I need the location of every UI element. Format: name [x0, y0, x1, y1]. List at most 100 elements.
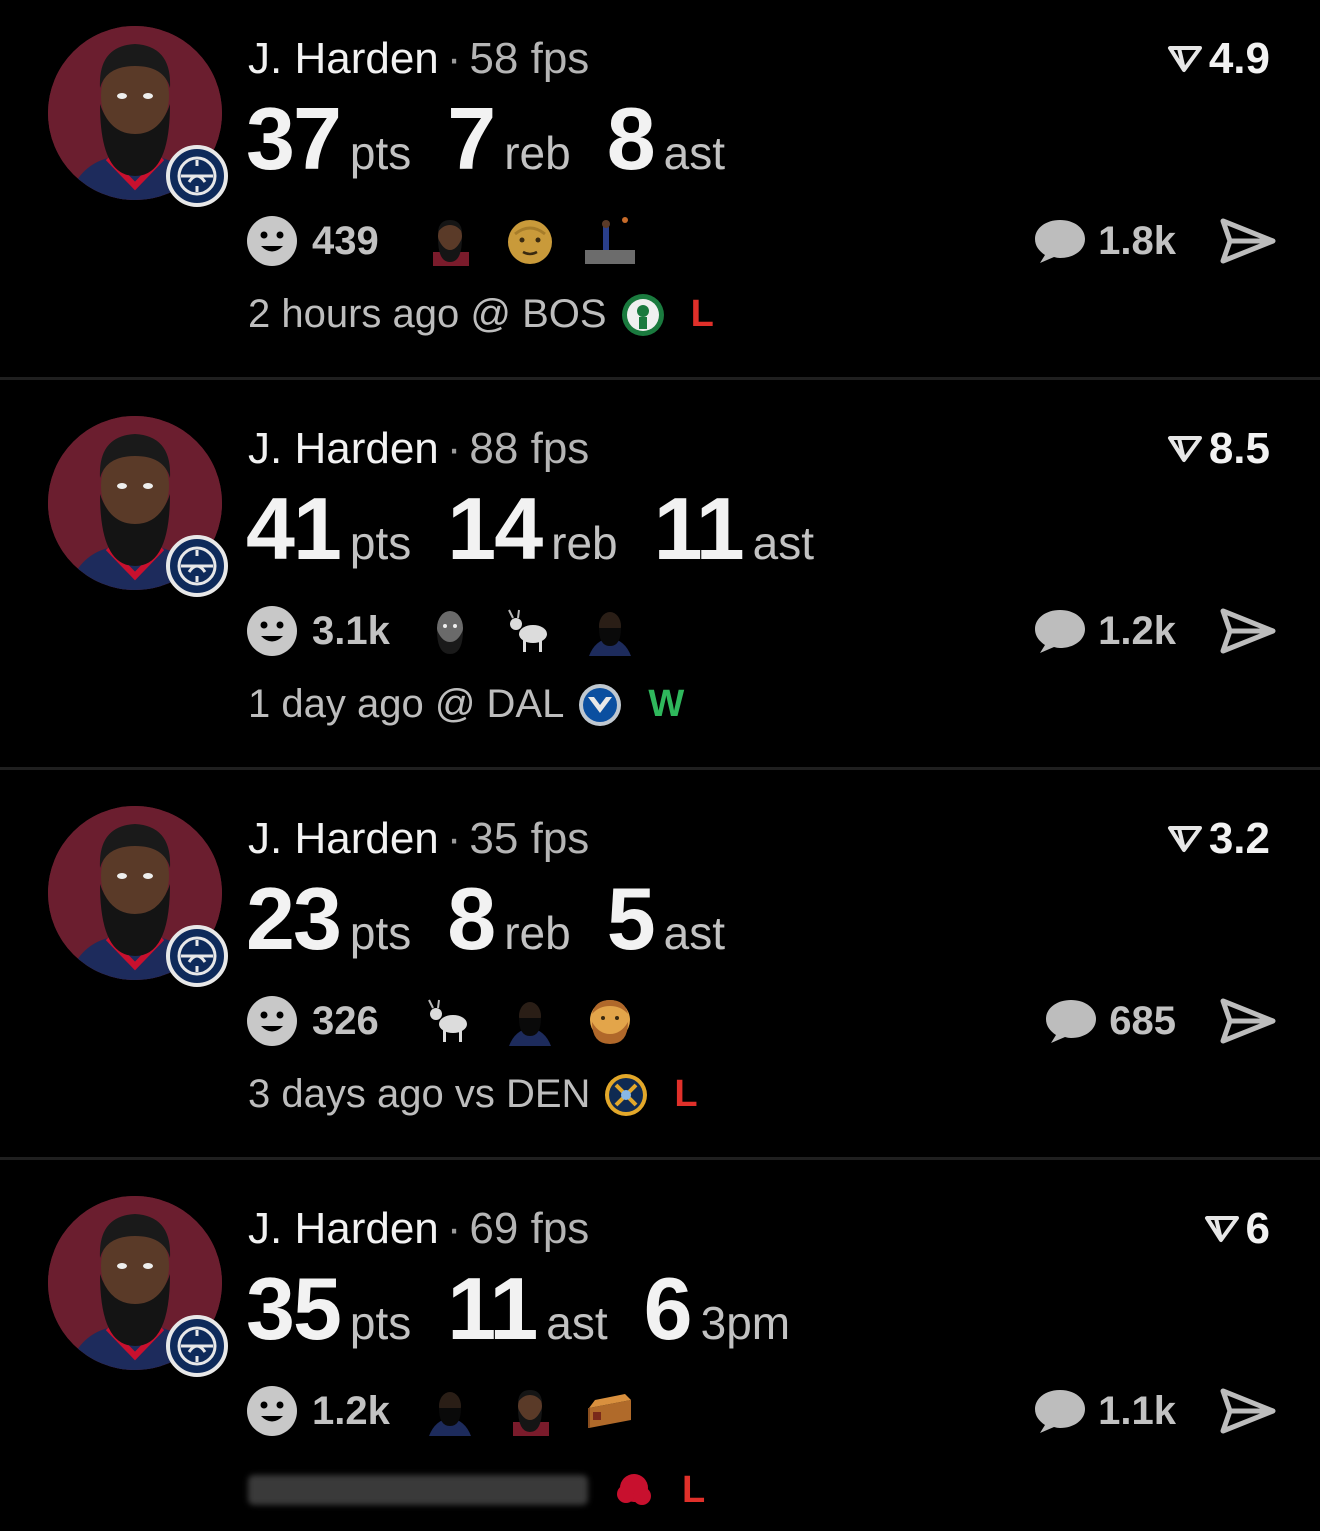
rating-arrow-icon: [1167, 436, 1202, 462]
fps-score: 88 fps: [469, 424, 590, 473]
post-card[interactable]: J. Harden · 69 fps 6 35 pts 11 ast 6 3pm 1.2k: [0, 1170, 1320, 1531]
stat-unit: pts: [349, 127, 412, 179]
stat-unit: pts: [349, 1297, 412, 1349]
stat-value: 35: [246, 1259, 342, 1358]
goat-emoji[interactable]: [422, 995, 478, 1047]
harden-face-emoji[interactable]: [502, 1385, 558, 1437]
stat-value: 8: [447, 869, 496, 968]
court-photo-emoji[interactable]: [582, 215, 638, 267]
speech-bubble-icon[interactable]: [1032, 607, 1088, 655]
stat-unit: reb: [551, 517, 618, 569]
reaction-count[interactable]: 439: [312, 219, 422, 264]
player-name[interactable]: J. Harden: [248, 1204, 439, 1253]
player-name[interactable]: J. Harden: [248, 424, 439, 473]
speech-bubble-icon[interactable]: [1032, 217, 1088, 265]
comment-count[interactable]: 1.2k: [1098, 609, 1176, 654]
celtics-logo-icon: [621, 293, 664, 336]
stat-unit: pts: [349, 907, 412, 959]
smiley-icon[interactable]: [246, 995, 298, 1047]
rating: 3.2: [1167, 814, 1270, 864]
comment-count[interactable]: 1.1k: [1098, 1389, 1176, 1434]
rating-arrow-icon: [1204, 1216, 1239, 1242]
post-actions: 1.8k: [1032, 217, 1276, 265]
game-result: L: [674, 1073, 698, 1115]
rating-value: 6: [1245, 1204, 1270, 1253]
post-feed: J. Harden · 58 fps 4.9 37 pts 7 reb 8 ast 439: [0, 0, 1320, 1531]
stat-line: 41 pts 14 reb 11 ast: [246, 478, 850, 580]
send-icon[interactable]: [1220, 218, 1276, 264]
team-badge-icon: [166, 535, 228, 597]
bearded-face-emoji[interactable]: [582, 995, 638, 1047]
rating-value: 8.5: [1208, 424, 1270, 473]
stat-value: 14: [447, 479, 543, 578]
player-name[interactable]: J. Harden: [248, 34, 439, 83]
post-card[interactable]: J. Harden · 58 fps 4.9 37 pts 7 reb 8 ast 439: [0, 0, 1320, 380]
stat-value: 11: [653, 479, 745, 578]
separator: ·: [446, 34, 462, 83]
rating: 8.5: [1167, 424, 1270, 474]
pie-emoji[interactable]: [582, 1385, 638, 1437]
time-ago: 1 day ago: [248, 682, 424, 726]
post-card[interactable]: J. Harden · 88 fps 8.5 41 pts 14 reb 11 ast 3…: [0, 390, 1320, 770]
rating-value: 4.9: [1208, 34, 1270, 83]
comment-count[interactable]: 1.8k: [1098, 219, 1176, 264]
stat-value: 6: [643, 1259, 693, 1358]
player-name[interactable]: J. Harden: [248, 814, 439, 863]
smiley-icon[interactable]: [246, 605, 298, 657]
speech-bubble-icon[interactable]: [1043, 997, 1099, 1045]
post-actions: 685: [1043, 997, 1276, 1045]
reaction-count[interactable]: 326: [312, 999, 422, 1044]
send-icon[interactable]: [1220, 998, 1276, 1044]
stat-line: 35 pts 11 ast 6 3pm: [246, 1258, 826, 1360]
harden-face-emoji[interactable]: [422, 605, 478, 657]
rating-arrow-icon: [1167, 46, 1202, 72]
smiley-icon[interactable]: [246, 215, 298, 267]
smiley-icon[interactable]: [246, 1385, 298, 1437]
harden-face-emoji[interactable]: [422, 215, 478, 267]
reaction-row: 1.2k 1.1k: [246, 1384, 1276, 1438]
stat-line: 23 pts 8 reb 5 ast: [246, 868, 761, 970]
fps-score: 35 fps: [469, 814, 590, 863]
harden-hype-emoji[interactable]: [502, 995, 558, 1047]
stat-value: 5: [606, 869, 656, 968]
fps-score: 58 fps: [469, 34, 590, 83]
rating: 4.9: [1167, 34, 1270, 84]
post-card[interactable]: J. Harden · 35 fps 3.2 23 pts 8 reb 5 ast 326: [0, 780, 1320, 1160]
harden-hype-emoji[interactable]: [422, 1385, 478, 1437]
speech-bubble-icon[interactable]: [1032, 1387, 1088, 1435]
rating: 6: [1204, 1204, 1270, 1254]
game-result: L: [690, 293, 714, 335]
team-badge-icon: [166, 1315, 228, 1377]
stat-value: 41: [246, 479, 342, 578]
stat-value: 7: [447, 89, 496, 188]
game-result: W: [648, 683, 685, 725]
comment-count[interactable]: 685: [1109, 999, 1176, 1044]
redacted-game-info: [248, 1475, 588, 1505]
separator: ·: [446, 424, 462, 473]
post-actions: 1.1k: [1032, 1387, 1276, 1435]
red-team-logo-icon: [617, 1474, 651, 1505]
stat-value: 11: [447, 1259, 538, 1358]
stat-value: 8: [606, 89, 656, 188]
send-icon[interactable]: [1220, 608, 1276, 654]
reaction-count[interactable]: 3.1k: [312, 609, 422, 654]
game-meta: L: [248, 1468, 705, 1512]
game-location: vs DEN: [454, 1072, 591, 1116]
goat-emoji[interactable]: [502, 605, 558, 657]
rating-value: 3.2: [1208, 814, 1270, 863]
old-man-face-emoji[interactable]: [502, 215, 558, 267]
send-icon[interactable]: [1220, 1388, 1276, 1434]
game-location: @ BOS: [470, 292, 607, 336]
stat-value: 37: [246, 89, 342, 188]
game-location: @ DAL: [434, 682, 565, 726]
game-meta: 2 hours ago @ BOS L: [248, 292, 714, 337]
nuggets-logo-icon: [605, 1073, 648, 1116]
separator: ·: [446, 1204, 462, 1253]
separator: ·: [446, 814, 462, 863]
reaction-row: 3.1k 1.2k: [246, 604, 1276, 658]
stat-unit: ast: [546, 1297, 608, 1349]
game-meta: 1 day ago @ DAL W: [248, 682, 684, 727]
stat-unit: reb: [504, 907, 571, 959]
reaction-count[interactable]: 1.2k: [312, 1389, 422, 1434]
harden-hype-emoji[interactable]: [582, 605, 638, 657]
